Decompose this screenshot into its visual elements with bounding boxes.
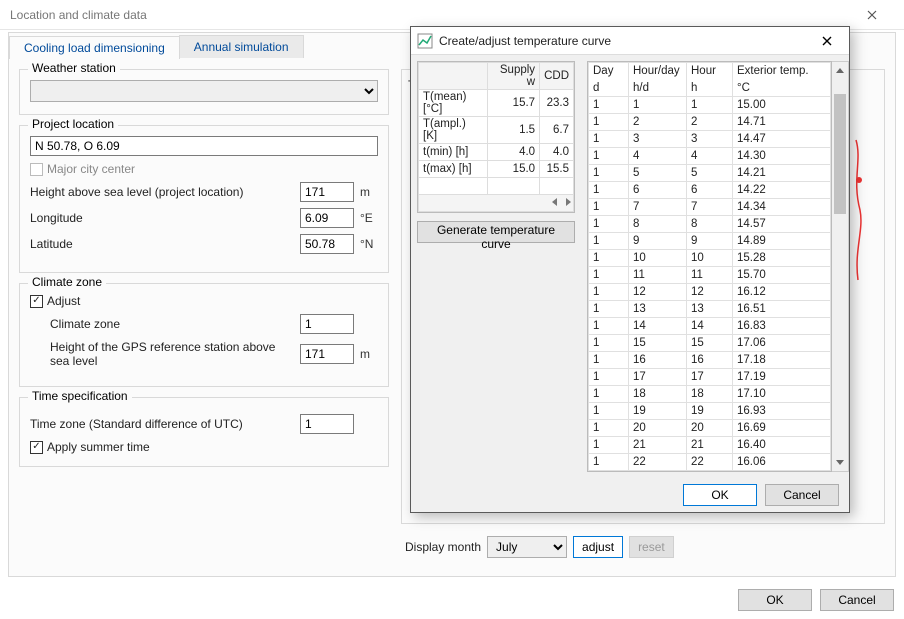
table-row[interactable]: 12214.71 [589, 114, 831, 131]
col-hourday: Hour/day [629, 63, 687, 80]
table-row[interactable]: 18814.57 [589, 216, 831, 233]
param-name: t(max) [h] [419, 161, 488, 178]
param-name: t(min) [h] [419, 144, 488, 161]
table-row[interactable]: 1202016.69 [589, 420, 831, 437]
scroll-up-icon[interactable] [832, 62, 848, 79]
chart-icon [417, 33, 433, 49]
tz-label: Time zone (Standard difference of UTC) [30, 417, 294, 431]
gps-input[interactable] [300, 344, 354, 364]
table-row[interactable]: 1131316.51 [589, 301, 831, 318]
param-a[interactable]: 4.0 [487, 144, 539, 161]
table-row[interactable]: 1161617.18 [589, 352, 831, 369]
param-b[interactable]: 6.7 [540, 117, 574, 144]
weather-station-combo[interactable] [30, 80, 378, 102]
table-row[interactable]: 1222216.06 [589, 454, 831, 471]
display-label: Display month [405, 540, 481, 554]
col-day: Day [589, 63, 629, 80]
cz-label: Climate zone [50, 317, 294, 331]
lat-input[interactable] [300, 234, 354, 254]
weather-station-group: Weather station [19, 69, 389, 115]
modal-title: Create/adjust temperature curve [439, 34, 811, 48]
param-b[interactable]: 15.5 [540, 161, 574, 178]
table-row[interactable]: 1151517.06 [589, 335, 831, 352]
climate-zone-group: Climate zone Adjust Climate zone Height … [19, 283, 389, 387]
table-row[interactable]: 13314.47 [589, 131, 831, 148]
temperature-grid[interactable]: Day Hour/day Hour Exterior temp. d h/d h… [587, 61, 832, 472]
major-city-checkbox[interactable] [30, 163, 43, 176]
table-row[interactable]: 1111115.70 [589, 267, 831, 284]
generate-curve-button[interactable]: Generate temperature curve [417, 221, 575, 243]
coords-input[interactable] [30, 136, 378, 156]
table-row[interactable]: 17714.34 [589, 199, 831, 216]
tab-cooling[interactable]: Cooling load dimensioning [9, 36, 180, 59]
table-row[interactable]: 1191916.93 [589, 403, 831, 420]
table-row[interactable]: 1181817.10 [589, 386, 831, 403]
height-label: Height above sea level (project location… [30, 185, 294, 199]
table-row[interactable]: 1171717.19 [589, 369, 831, 386]
param-grid[interactable]: Supply w CDD T(mean) [°C] 15.7 23.3 T(amp… [417, 61, 575, 213]
lat-unit: °N [360, 237, 378, 251]
table-row[interactable]: 19914.89 [589, 233, 831, 250]
col-hour: Hour [687, 63, 733, 80]
temp-curve-dialog: Create/adjust temperature curve Supply w… [410, 26, 850, 513]
modal-close-icon[interactable] [811, 29, 843, 53]
param-b[interactable]: 23.3 [540, 90, 574, 117]
main-cancel-button[interactable]: Cancel [820, 589, 894, 611]
close-icon[interactable] [849, 0, 894, 30]
table-row[interactable]: 1121216.12 [589, 284, 831, 301]
param-b[interactable]: 4.0 [540, 144, 574, 161]
lon-input[interactable] [300, 208, 354, 228]
col-temp: Exterior temp. [733, 63, 831, 80]
adjust-button[interactable]: adjust [573, 536, 623, 558]
table-row[interactable]: 14414.30 [589, 148, 831, 165]
param-col-cdd: CDD [540, 63, 574, 90]
table-row[interactable]: 1212116.40 [589, 437, 831, 454]
lat-label: Latitude [30, 237, 294, 251]
scroll-thumb[interactable] [834, 94, 846, 214]
scroll-right-icon[interactable] [566, 198, 571, 206]
grid-scrollbar[interactable] [832, 61, 849, 472]
param-a[interactable]: 15.7 [487, 90, 539, 117]
table-row[interactable]: 1141416.83 [589, 318, 831, 335]
time-spec-title: Time specification [28, 389, 132, 403]
reset-button: reset [629, 536, 674, 558]
tab-annual[interactable]: Annual simulation [179, 35, 304, 58]
time-spec-group: Time specification Time zone (Standard d… [19, 397, 389, 467]
modal-ok-button[interactable]: OK [683, 484, 757, 506]
major-city-label: Major city center [47, 162, 135, 176]
main-title: Location and climate data [10, 0, 147, 30]
param-a[interactable]: 15.0 [487, 161, 539, 178]
gps-unit: m [360, 347, 378, 361]
scroll-down-icon[interactable] [832, 454, 848, 471]
gps-label: Height of the GPS reference station abov… [50, 340, 294, 368]
climate-zone-title: Climate zone [28, 275, 106, 289]
param-name: T(ampl.) [K] [419, 117, 488, 144]
lon-unit: °E [360, 211, 378, 225]
table-row[interactable]: 15514.21 [589, 165, 831, 182]
main-ok-button[interactable]: OK [738, 589, 812, 611]
height-unit: m [360, 185, 378, 199]
cz-input[interactable] [300, 314, 354, 334]
display-row: Display month July adjust reset [401, 536, 885, 558]
project-location-title: Project location [28, 117, 118, 131]
param-name: T(mean) [°C] [419, 90, 488, 117]
height-input[interactable] [300, 182, 354, 202]
table-row[interactable]: 1101015.28 [589, 250, 831, 267]
tz-input[interactable] [300, 414, 354, 434]
table-row[interactable]: 11115.00 [589, 97, 831, 114]
project-location-group: Project location Major city center Heigh… [19, 125, 389, 273]
adjust-label: Adjust [47, 294, 80, 308]
month-select[interactable]: July [487, 536, 567, 558]
scroll-left-icon[interactable] [552, 198, 557, 206]
table-row[interactable]: 16614.22 [589, 182, 831, 199]
weather-station-title: Weather station [28, 61, 120, 75]
summer-label: Apply summer time [47, 440, 150, 454]
param-col-supply: Supply w [487, 63, 539, 90]
adjust-checkbox[interactable] [30, 295, 43, 308]
param-a[interactable]: 1.5 [487, 117, 539, 144]
lon-label: Longitude [30, 211, 294, 225]
summer-checkbox[interactable] [30, 441, 43, 454]
modal-cancel-button[interactable]: Cancel [765, 484, 839, 506]
